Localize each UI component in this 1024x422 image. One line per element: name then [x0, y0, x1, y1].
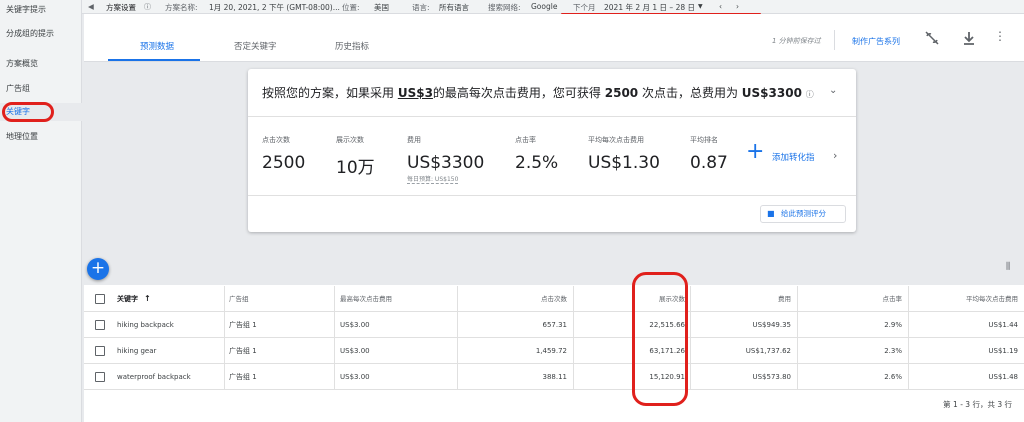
tab-historical-metrics[interactable]: 历史指标	[335, 40, 369, 52]
saved-status: 1 分钟前保存过	[772, 37, 821, 45]
period-value[interactable]: 2021 年 2 月 1 日 – 28 日	[604, 2, 695, 13]
add-keyword-fab[interactable]: +	[87, 258, 109, 280]
period-label: 下个月	[573, 3, 596, 12]
network-label: 搜索网络:	[488, 3, 521, 12]
sidebar-item-ad-groups[interactable]: 广告组	[0, 80, 82, 98]
tabs-header: 预测数据 否定关键字 历史指标 1 分钟前保存过 制作广告系列 ⋮	[84, 14, 1024, 62]
metric-cost: 费用 US$3300 每日预算: US$150	[407, 136, 485, 184]
keyword-highlight-circle	[2, 102, 54, 122]
table-row[interactable]: hiking gear 广告组 1 US$3.00 1,459.72 63,17…	[84, 338, 1024, 364]
forecast-headline: 按照您的方案，如果采用 US$3的最高每次点击费用，您可获得 2500 次点击，…	[262, 86, 814, 100]
col-header-ad-group[interactable]: 广告组	[229, 286, 249, 312]
metric-clicks: 点击次数 2500	[262, 136, 306, 173]
plan-settings-bar: ◀ 方案设置 ⓘ 方案名称: 1月 20, 2021, 2 下午 (GMT-08…	[82, 0, 1024, 14]
row-checkbox[interactable]	[95, 346, 105, 356]
plan-name-value[interactable]: 1月 20, 2021, 2 下午 (GMT-08:00)...	[209, 2, 340, 13]
tab-negative-keywords[interactable]: 否定关键字	[234, 40, 277, 52]
network-value[interactable]: Google	[531, 2, 557, 11]
more-vert-icon[interactable]: ⋮	[994, 29, 1006, 43]
plan-settings-label[interactable]: 方案设置	[106, 2, 136, 13]
metric-avg-cpc: 平均每次点击费用 US$1.30	[588, 136, 660, 173]
metric-impressions: 展示次数 10万	[336, 136, 375, 178]
collapse-arrow-icon[interactable]: ◀	[88, 2, 94, 11]
row-checkbox[interactable]	[95, 320, 105, 330]
select-all-checkbox[interactable]	[95, 294, 105, 304]
prev-period-icon[interactable]: ‹	[719, 2, 722, 11]
language-value[interactable]: 所有语言	[439, 2, 469, 13]
language-label: 语言:	[412, 3, 430, 12]
tab-forecasts[interactable]: 预测数据	[140, 40, 174, 52]
col-header-avg-cpc[interactable]: 平均每次点击费用	[908, 286, 1018, 312]
period-dropdown-icon[interactable]: ▼	[698, 3, 703, 10]
location-label: 位置:	[342, 3, 360, 12]
keyword-table: 关键字 ↑ 广告组 最高每次点击费用 点击次数 展示次数 费用 点击率 平均每次…	[84, 285, 1024, 422]
sidebar-item-keyword-ideas[interactable]: 关键字提示	[0, 1, 82, 19]
col-header-cost[interactable]: 费用	[690, 286, 791, 312]
help-icon[interactable]: ⓘ	[806, 90, 814, 99]
rate-forecast-button[interactable]: ■ 给此预测评分	[760, 205, 846, 223]
table-row[interactable]: waterproof backpack 广告组 1 US$3.00 388.11…	[84, 364, 1024, 390]
forecast-card: 按照您的方案，如果采用 US$3的最高每次点击费用，您可获得 2500 次点击，…	[248, 69, 856, 232]
impressions-highlight-oval	[632, 272, 688, 406]
col-header-max-cpc[interactable]: 最高每次点击费用	[340, 286, 392, 312]
table-row[interactable]: hiking backpack 广告组 1 US$3.00 657.31 22,…	[84, 312, 1024, 338]
unlink-icon[interactable]	[924, 30, 940, 48]
feedback-icon: ■	[767, 209, 775, 218]
sidebar-item-locations[interactable]: 地理位置	[0, 128, 82, 146]
col-header-clicks[interactable]: 点击次数	[457, 286, 567, 312]
sidebar: 关键字提示 分成组的提示 方案概览 广告组 关键字 地理位置	[0, 0, 82, 422]
toolbar-divider	[834, 30, 835, 50]
card-divider-top	[248, 116, 856, 117]
card-divider-bottom	[248, 195, 856, 196]
row-checkbox[interactable]	[95, 372, 105, 382]
location-value[interactable]: 美国	[374, 2, 389, 13]
columns-icon[interactable]: ⫼	[1006, 262, 1010, 272]
col-header-keyword[interactable]: 关键字	[117, 286, 138, 312]
table-header-row: 关键字 ↑ 广告组 最高每次点击费用 点击次数 展示次数 费用 点击率 平均每次…	[84, 286, 1024, 312]
metrics-next-icon[interactable]: ›	[833, 149, 837, 162]
download-icon[interactable]	[962, 30, 976, 48]
sort-arrow-icon[interactable]: ↑	[144, 286, 151, 312]
next-period-icon[interactable]: ›	[736, 2, 739, 11]
expand-chevron-icon[interactable]: ⌄	[829, 85, 837, 96]
pagination-text: 第 1 - 3 行，共 3 行	[943, 400, 1012, 409]
active-tab-indicator	[108, 59, 200, 61]
sidebar-item-grouped-ideas[interactable]: 分成组的提示	[0, 25, 82, 43]
plus-icon: +	[746, 139, 765, 164]
col-header-ctr[interactable]: 点击率	[797, 286, 903, 312]
metric-avg-position: 平均排名 0.87	[690, 136, 728, 173]
info-icon[interactable]: ⓘ	[144, 2, 151, 12]
daily-budget[interactable]: 每日预算: US$150	[407, 174, 459, 184]
metric-ctr: 点击率 2.5%	[515, 136, 559, 173]
plan-name-label: 方案名称:	[165, 3, 198, 12]
sidebar-item-plan-overview[interactable]: 方案概览	[0, 55, 82, 73]
create-campaign-button[interactable]: 制作广告系列	[852, 36, 900, 47]
